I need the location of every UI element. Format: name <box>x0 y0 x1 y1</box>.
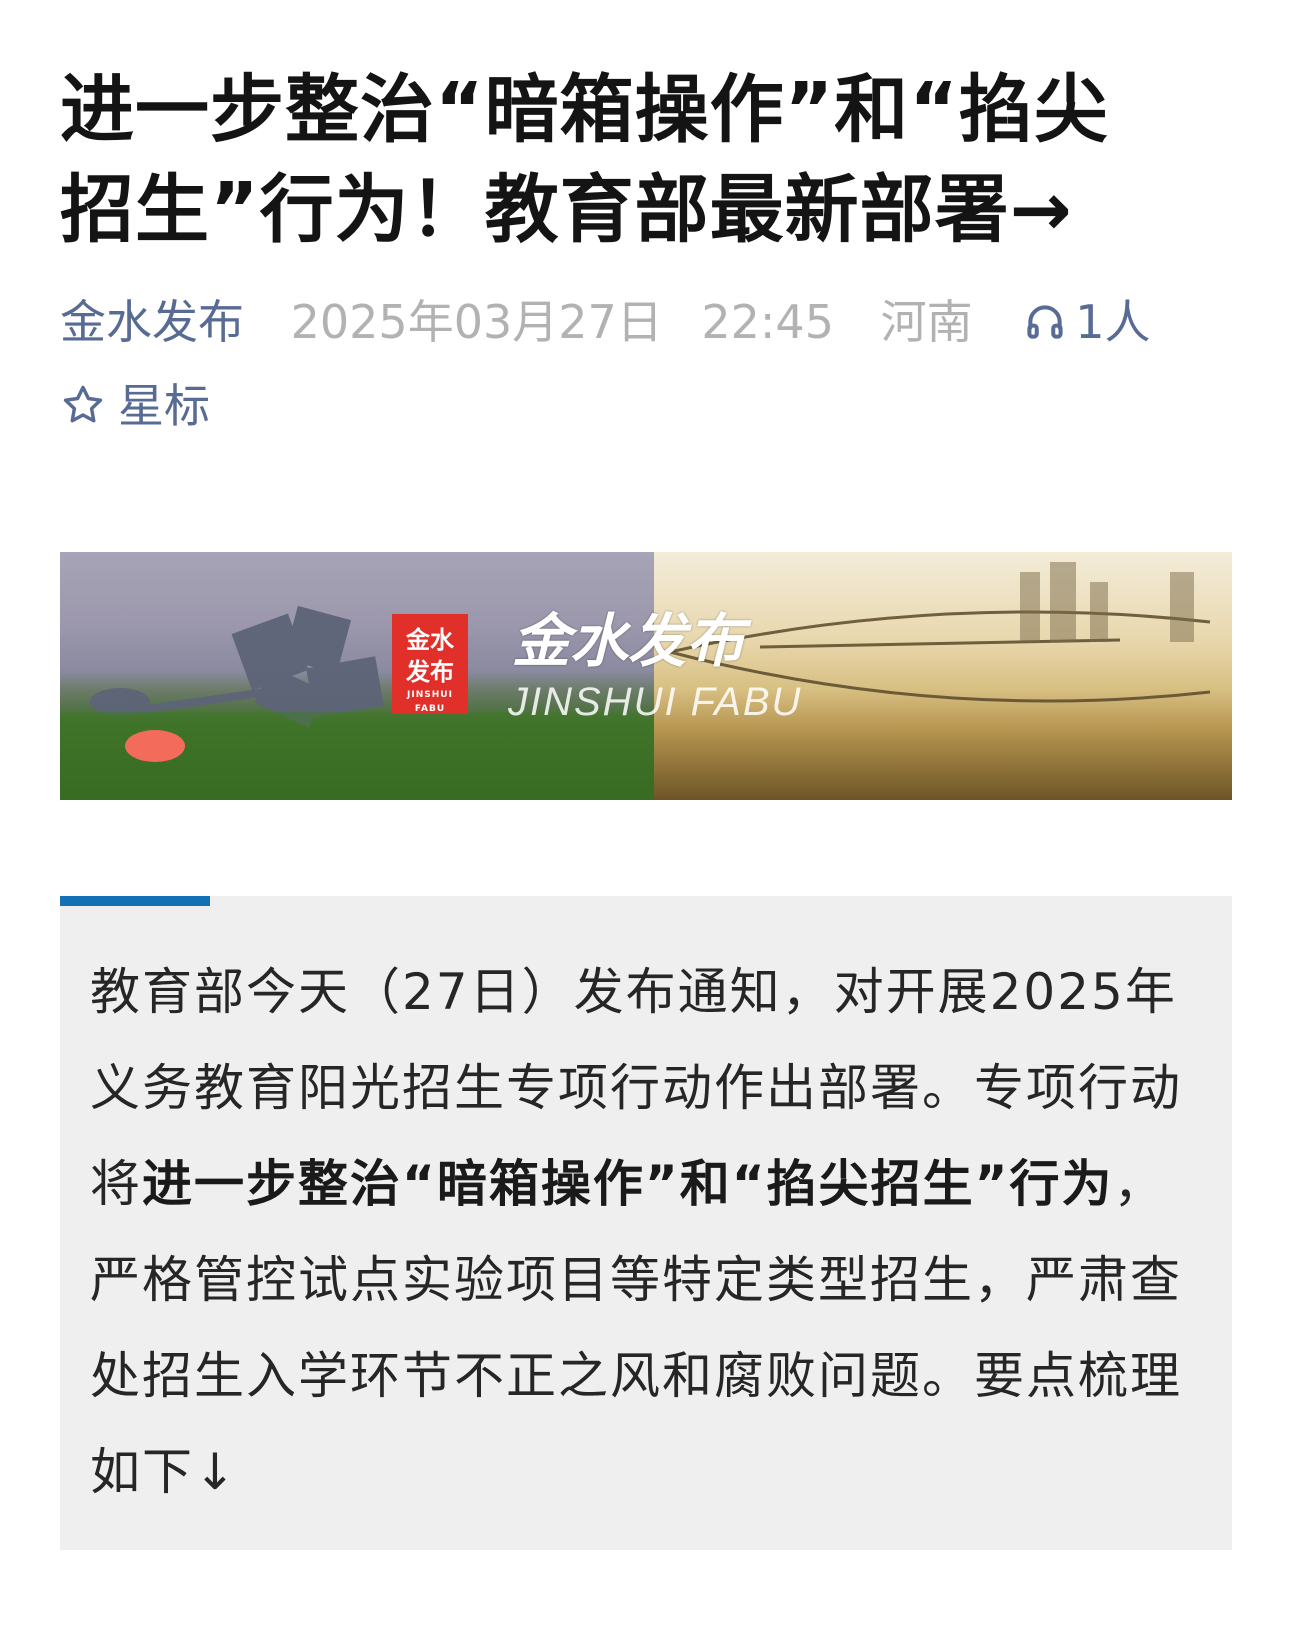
banner-brand-name: 金水发布 <box>512 607 745 675</box>
banner-scene-graphics <box>60 562 1211 800</box>
logo-line-1: 金水 <box>406 626 454 654</box>
logo-line-2: 发布 <box>406 658 454 686</box>
listen-count: 1人 <box>1075 295 1151 349</box>
headphones-icon <box>1023 290 1067 354</box>
publish-region: 河南 <box>880 295 973 349</box>
summary-text: 教育部今天（27日）发布通知，对开展2025年义务教育阳光招生专项行动作出部署。… <box>90 944 1202 1520</box>
author-link[interactable]: 金水发布 <box>60 290 244 354</box>
star-outline-icon <box>60 374 106 438</box>
publish-time: 22:45 <box>701 295 834 349</box>
banner-image: 金水 发布 JINSHUI FABU 金水发布 JINSHUI FABU <box>60 552 1232 800</box>
banner-brand-english: JINSHUI FABU <box>508 680 803 724</box>
article-title: 进一步整治“暗箱操作”和“掐尖招生”行为！教育部最新部署→ <box>60 67 1109 253</box>
star-label: 星标 <box>118 379 210 433</box>
summary-bold: 进一步整治“暗箱操作”和“掐尖招生”行为 <box>142 1155 1114 1213</box>
summary-box: 教育部今天（27日）发布通知，对开展2025年义务教育阳光招生专项行动作出部署。… <box>60 896 1232 1550</box>
logo-pinyin: JINSHUI FABU <box>407 690 453 714</box>
brand-logo: 金水 发布 JINSHUI FABU <box>392 614 468 714</box>
summary-accent-bar <box>60 896 210 906</box>
publish-date: 2025年03月27日 <box>290 295 663 349</box>
listen-button[interactable]: 1人 <box>1023 290 1151 354</box>
star-button[interactable]: 星标 <box>60 374 210 438</box>
article-meta: 金水发布 2025年03月27日 22:45 河南 1人 <box>60 290 1232 354</box>
